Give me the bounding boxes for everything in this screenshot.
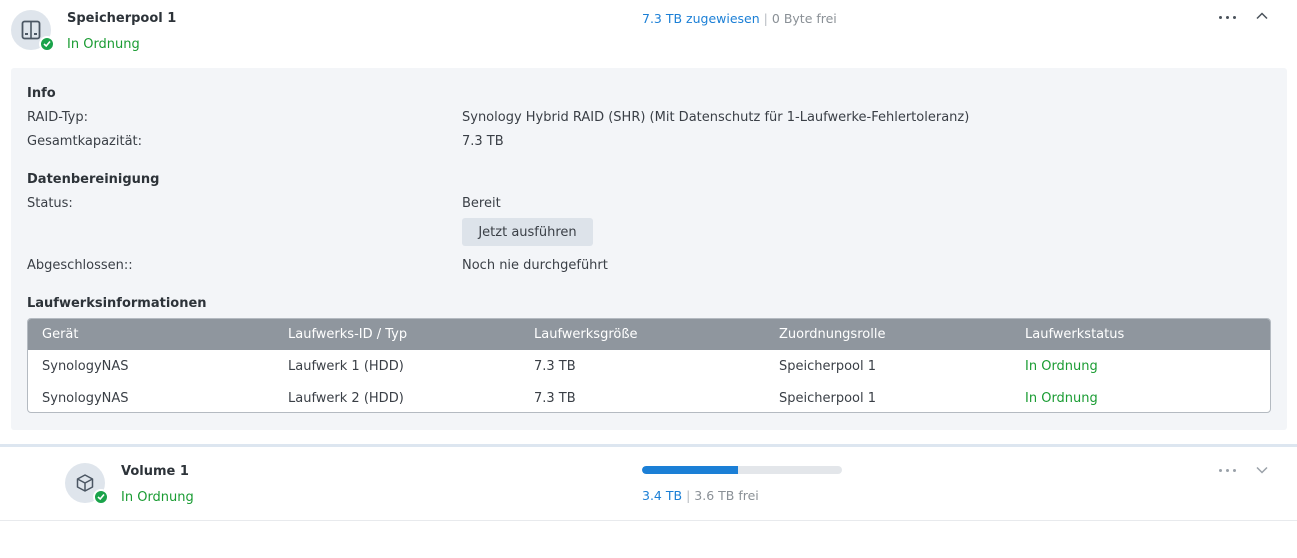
cell-drive-size: 7.3 TB: [534, 391, 576, 406]
cell-drive-size: 7.3 TB: [534, 359, 576, 374]
drive-table: Gerät Laufwerks-ID / Typ Laufwerksgröße …: [27, 318, 1271, 413]
cell-drive-status: In Ordnung: [1025, 359, 1098, 374]
cell-device: SynologyNAS: [42, 359, 129, 374]
volume-status: In Ordnung: [121, 490, 194, 505]
completed-label: Abgeschlossen::: [27, 258, 133, 273]
storage-pool-icon: [11, 10, 55, 52]
completed-value: Noch nie durchgeführt: [462, 258, 608, 273]
scrubbing-status-value: Bereit: [462, 196, 501, 211]
volume-cube-icon: [65, 463, 109, 505]
check-icon: [39, 36, 55, 52]
column-header-drive-status[interactable]: Laufwerkstatus: [1025, 327, 1124, 342]
volume-usage-fill: [642, 466, 738, 474]
separator: |: [763, 11, 768, 26]
scrubbing-section-title: Datenbereinigung: [27, 172, 160, 187]
volume-title: Volume 1: [121, 464, 189, 479]
check-icon: [93, 489, 109, 505]
total-capacity-label: Gesamtkapazität:: [27, 134, 143, 149]
free-text: 0 Byte frei: [771, 11, 837, 26]
storage-pool-allocation: 7.3 TB zugewiesen | 0 Byte frei: [642, 11, 837, 26]
more-icon[interactable]: [1217, 13, 1239, 23]
storage-pool-status: In Ordnung: [67, 37, 140, 52]
cell-role: Speicherpool 1: [779, 359, 877, 374]
storage-pool-header[interactable]: Speicherpool 1 In Ordnung 7.3 TB zugewie…: [0, 0, 1297, 66]
cell-drive-id: Laufwerk 1 (HDD): [288, 359, 404, 374]
used-text: 3.4 TB: [642, 488, 683, 503]
raid-type-value: Synology Hybrid RAID (SHR) (Mit Datensch…: [462, 110, 970, 125]
storage-pool-details: Info RAID-Typ: Synology Hybrid RAID (SHR…: [11, 68, 1287, 430]
storage-pool-title: Speicherpool 1: [67, 11, 177, 26]
volume-usage-bar: [642, 466, 842, 474]
cell-drive-id: Laufwerk 2 (HDD): [288, 391, 404, 406]
run-now-button[interactable]: Jetzt ausführen: [462, 218, 593, 246]
column-header-drive-id[interactable]: Laufwerks-ID / Typ: [288, 327, 407, 342]
cell-device: SynologyNAS: [42, 391, 129, 406]
separator: |: [686, 488, 691, 503]
total-capacity-value: 7.3 TB: [462, 134, 504, 149]
scrubbing-status-label: Status:: [27, 196, 73, 211]
allocated-text: 7.3 TB zugewiesen: [642, 11, 760, 26]
column-header-device[interactable]: Gerät: [42, 327, 78, 342]
column-header-role[interactable]: Zuordnungsrolle: [779, 327, 885, 342]
drive-info-section-title: Laufwerksinformationen: [27, 296, 207, 311]
volume-usage-text: 3.4 TB | 3.6 TB frei: [642, 488, 759, 503]
cell-role: Speicherpool 1: [779, 391, 877, 406]
chevron-up-icon[interactable]: [1255, 9, 1271, 25]
raid-type-label: RAID-Typ:: [27, 110, 88, 125]
cell-drive-status: In Ordnung: [1025, 391, 1098, 406]
more-icon[interactable]: [1217, 466, 1239, 476]
table-header: Gerät Laufwerks-ID / Typ Laufwerksgröße …: [28, 319, 1270, 350]
section-divider: [0, 444, 1297, 447]
bottom-divider: [0, 520, 1297, 521]
column-header-drive-size[interactable]: Laufwerksgröße: [534, 327, 638, 342]
free-text: 3.6 TB frei: [694, 488, 759, 503]
info-section-title: Info: [27, 86, 56, 101]
chevron-down-icon[interactable]: [1255, 463, 1271, 479]
